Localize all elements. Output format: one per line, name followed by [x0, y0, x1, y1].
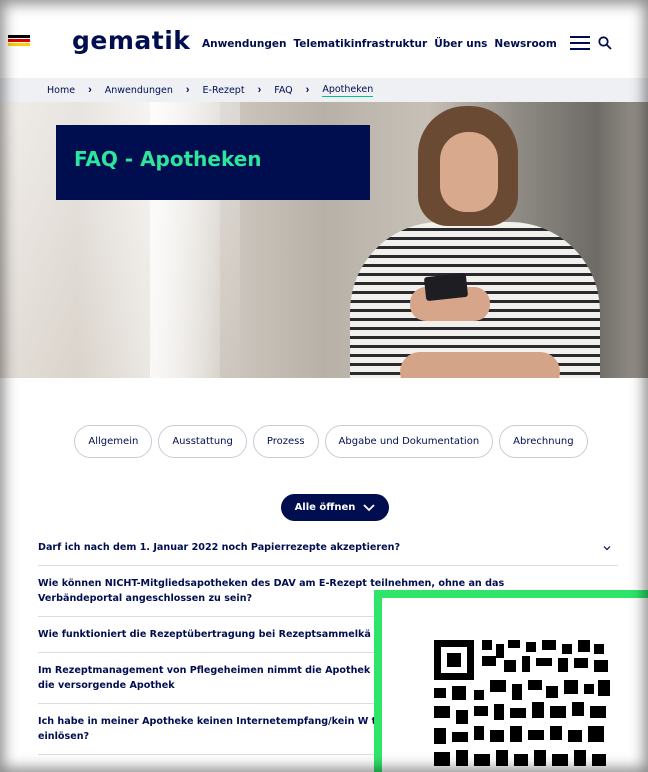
- nav-item-newsroom[interactable]: Newsroom: [494, 38, 556, 50]
- nav-item-telematikinfrastruktur[interactable]: Telematikinfrastruktur: [293, 38, 427, 50]
- hero-image: FAQ - Apotheken: [0, 102, 648, 378]
- breadcrumb-e-rezept[interactable]: E-Rezept: [203, 85, 245, 96]
- filter-abgabe-und-dokumentation[interactable]: Abgabe und Dokumentation: [324, 425, 494, 458]
- nav-item-anwendungen[interactable]: Anwendungen: [202, 38, 286, 50]
- filter-ausstattung[interactable]: Ausstattung: [158, 425, 247, 458]
- filter-allgemein[interactable]: Allgemein: [74, 425, 153, 458]
- chevron-right-icon: ›: [257, 84, 262, 96]
- nav-item-ueber-uns[interactable]: Über uns: [434, 38, 487, 50]
- category-filters: Allgemein Ausstattung Prozess Abgabe und…: [0, 425, 648, 458]
- site-header: gematik Anwendungen Telematikinfrastrukt…: [0, 0, 648, 78]
- open-all-button[interactable]: Alle öffnen: [281, 494, 389, 521]
- breadcrumb: Home › Anwendungen › E-Rezept › FAQ › Ap…: [0, 78, 648, 102]
- breadcrumb-apotheken[interactable]: Apotheken: [322, 84, 374, 97]
- german-flag-icon: [8, 35, 30, 46]
- chevron-right-icon: ›: [305, 84, 310, 96]
- qr-code-icon: [434, 640, 610, 766]
- faq-question[interactable]: Darf ich nach dem 1. Januar 2022 noch Pa…: [38, 540, 618, 555]
- smartphone-icon: [423, 272, 469, 302]
- gematik-logo[interactable]: gematik: [72, 26, 190, 55]
- filter-abrechnung[interactable]: Abrechnung: [499, 425, 588, 458]
- breadcrumb-faq[interactable]: FAQ: [274, 85, 292, 96]
- chevron-down-icon: [363, 503, 376, 511]
- search-icon[interactable]: [598, 36, 612, 50]
- breadcrumb-anwendungen[interactable]: Anwendungen: [105, 85, 173, 96]
- page: gematik Anwendungen Telematikinfrastrukt…: [0, 0, 648, 772]
- qr-code-overlay: [374, 590, 648, 772]
- chevron-down-icon[interactable]: [602, 543, 612, 553]
- chevron-right-icon: ›: [88, 84, 92, 96]
- hero-title-box: FAQ - Apotheken: [56, 125, 370, 200]
- main-nav: Anwendungen Telematikinfrastruktur Über …: [202, 38, 557, 50]
- faq-item[interactable]: Darf ich nach dem 1. Januar 2022 noch Pa…: [38, 530, 618, 566]
- hamburger-menu-icon[interactable]: [570, 36, 590, 50]
- breadcrumb-home[interactable]: Home: [47, 85, 75, 96]
- chevron-right-icon: ›: [185, 84, 190, 96]
- page-title: FAQ - Apotheken: [74, 147, 262, 171]
- filter-prozess[interactable]: Prozess: [252, 425, 319, 458]
- open-all-label: Alle öffnen: [294, 502, 356, 513]
